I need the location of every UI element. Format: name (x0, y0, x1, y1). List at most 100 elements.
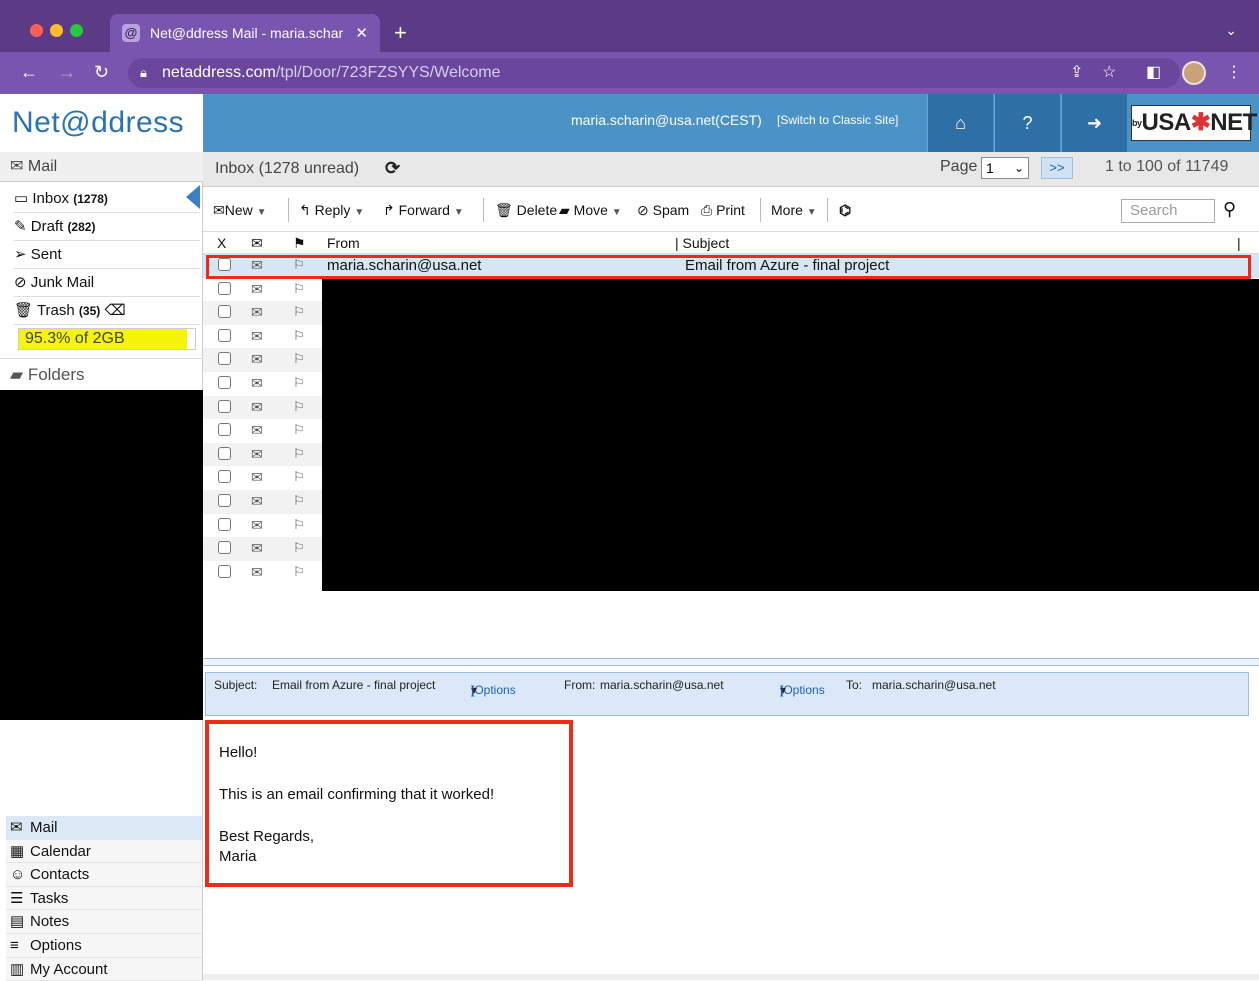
row-checkbox[interactable] (218, 399, 231, 413)
search-icon[interactable]: ⚲ (1223, 199, 1236, 220)
pane-splitter[interactable] (203, 658, 1259, 666)
reply-button[interactable]: ↰ Reply ▼ (299, 202, 364, 219)
delete-button[interactable]: 🗑︎ Delete (495, 202, 557, 219)
row-checkbox[interactable] (218, 352, 231, 366)
flag-icon[interactable]: ⚐ (293, 304, 305, 320)
refresh-icon[interactable]: ⟳ (385, 158, 400, 179)
open-envelope-icon: ✉ (251, 422, 263, 439)
back-arrow-icon[interactable]: ← (20, 62, 38, 83)
more-button[interactable]: More ▼ (771, 202, 817, 218)
close-window-button[interactable] (30, 24, 43, 37)
subject-column-header[interactable]: | Subject (675, 235, 729, 251)
column-divider: | (1237, 235, 1241, 251)
nav-notes[interactable]: ▤ Notes (6, 910, 202, 934)
empty-trash-icon[interactable]: ⌫ (104, 302, 125, 319)
quota-text: 95.3% of 2GB (25, 330, 125, 347)
new-tab-button[interactable]: + (394, 20, 407, 46)
mail-main: Inbox (1278 unread) ⟳ Page 1 ⌄ >> 1 to 1… (203, 152, 1259, 980)
tab-favicon-icon: @ (122, 24, 140, 42)
bookmark-star-icon[interactable]: ☆ (1102, 62, 1116, 82)
flag-icon[interactable]: ⚐ (293, 351, 305, 367)
browser-menu-icon[interactable]: ⋮ (1226, 62, 1242, 82)
flag-icon[interactable]: ⚐ (293, 564, 305, 580)
sidebar-item-sent[interactable]: ➢ Sent (14, 241, 200, 269)
sidebar: ✉ Mail ▭ Inbox (1278) ✎ Draft (282) ➢ Se… (0, 152, 203, 981)
address-bar[interactable]: 🔒︎ netaddress.com/tpl/Door/723FZSYYS/Wel… (128, 58, 1180, 88)
move-button[interactable]: ▰ Move ▼ (559, 202, 622, 219)
nav-mail[interactable]: ✉ Mail (6, 816, 202, 840)
sidebar-item-junk[interactable]: ⊘ Junk Mail (14, 269, 200, 297)
body-line: This is an email confirming that it work… (219, 786, 495, 803)
forward-arrow-icon[interactable]: → (58, 62, 76, 83)
sidebar-item-trash[interactable]: 🗑︎ Trash (35) ⌫ (14, 297, 200, 325)
flag-icon[interactable]: ⚐ (293, 422, 305, 438)
row-checkbox[interactable] (218, 375, 231, 389)
sidebar-item-draft[interactable]: ✎ Draft (282) (14, 213, 200, 241)
tasks-icon: ☰ (10, 889, 24, 907)
row-checkbox[interactable] (218, 517, 231, 531)
flag-icon[interactable]: ⚐ (293, 328, 305, 344)
minimize-window-button[interactable] (50, 24, 63, 37)
maximize-window-button[interactable] (70, 24, 83, 37)
switch-classic-link[interactable]: [Switch to Classic Site] (777, 113, 898, 127)
open-envelope-icon: ✉ (251, 445, 263, 462)
browser-tab[interactable]: @ Net@ddress Mail - maria.schar ✕ (110, 14, 380, 52)
row-checkbox[interactable] (218, 470, 231, 484)
row-checkbox[interactable] (218, 281, 231, 295)
open-envelope-icon: ✉ (251, 304, 263, 321)
body-line: Best Regards, (219, 828, 315, 845)
flag-icon[interactable]: ⚐ (293, 375, 305, 391)
new-button[interactable]: ✉New ▼ (213, 202, 267, 219)
tab-close-icon[interactable]: ✕ (355, 24, 368, 42)
flag-icon[interactable]: ⚐ (293, 281, 305, 297)
row-checkbox[interactable] (218, 423, 231, 437)
row-checkbox[interactable] (218, 493, 231, 507)
flag-icon[interactable]: ⚐ (293, 446, 305, 462)
active-folder-marker (186, 185, 200, 209)
flag-icon[interactable]: ⚐ (293, 469, 305, 485)
nav-my-account[interactable]: ▥ My Account (6, 957, 202, 981)
row-checkbox[interactable] (218, 446, 231, 460)
next-page-button[interactable]: >> (1041, 157, 1073, 179)
nav-contacts[interactable]: ☺ Contacts (6, 863, 202, 887)
row-checkbox[interactable] (218, 305, 231, 319)
flag-header-icon[interactable]: ⚑ (293, 235, 306, 252)
flag-icon[interactable]: ⚐ (293, 517, 305, 533)
paper-plane-icon: ➢ (14, 246, 27, 263)
row-checkbox[interactable] (218, 328, 231, 342)
page-select[interactable]: 1 ⌄ (981, 157, 1029, 179)
logout-icon[interactable]: ➜ (1061, 94, 1127, 152)
flag-icon[interactable]: ⚐ (293, 399, 305, 415)
select-all-header[interactable]: X (217, 235, 226, 251)
nav-tasks[interactable]: ☰ Tasks (6, 886, 202, 911)
nav-options[interactable]: ≡ Options (6, 933, 202, 958)
sidebar-item-inbox[interactable]: ▭ Inbox (1278) (14, 185, 200, 213)
tab-search-chevron-icon[interactable]: ⌄ (1225, 22, 1237, 39)
binoculars-icon[interactable]: ⌬ (839, 202, 851, 219)
list-icon: ≡ (10, 936, 19, 954)
selected-row-highlight (206, 255, 1251, 279)
row-checkbox[interactable] (218, 564, 231, 578)
row-checkbox[interactable] (218, 541, 231, 555)
search-input[interactable]: Search (1121, 199, 1215, 223)
print-button[interactable]: ⎙ Print (701, 202, 745, 219)
profile-avatar[interactable] (1182, 61, 1206, 85)
share-icon[interactable]: ⇪ (1070, 62, 1083, 82)
flag-icon[interactable]: ⚐ (293, 493, 305, 509)
reload-icon[interactable]: ↻ (94, 62, 109, 83)
help-icon[interactable]: ? (994, 94, 1060, 152)
mail-section-header: ✉ Mail (0, 152, 203, 182)
folders-toggle[interactable]: ▰ Folders (0, 358, 203, 390)
closed-envelope-icon: ✉ (251, 398, 263, 415)
spam-button[interactable]: ⊘ Spam (637, 202, 689, 219)
forward-button[interactable]: ↱ Forward ▼ (383, 202, 464, 219)
home-icon[interactable]: ⌂ (927, 94, 993, 152)
from-label: From: (564, 678, 596, 692)
nav-calendar[interactable]: ▦ Calendar (6, 839, 202, 864)
from-column-header[interactable]: From (327, 235, 360, 251)
mail-toolbar: ✉New ▼ ↰ Reply ▼ ↱ Forward ▼ 🗑︎ Delete ▰… (203, 187, 1259, 232)
flag-icon[interactable]: ⚐ (293, 540, 305, 556)
horizontal-scrollbar[interactable] (203, 974, 1259, 980)
read-status-header-icon[interactable]: ✉ (251, 235, 263, 252)
side-panel-icon[interactable]: ◧ (1146, 62, 1161, 82)
